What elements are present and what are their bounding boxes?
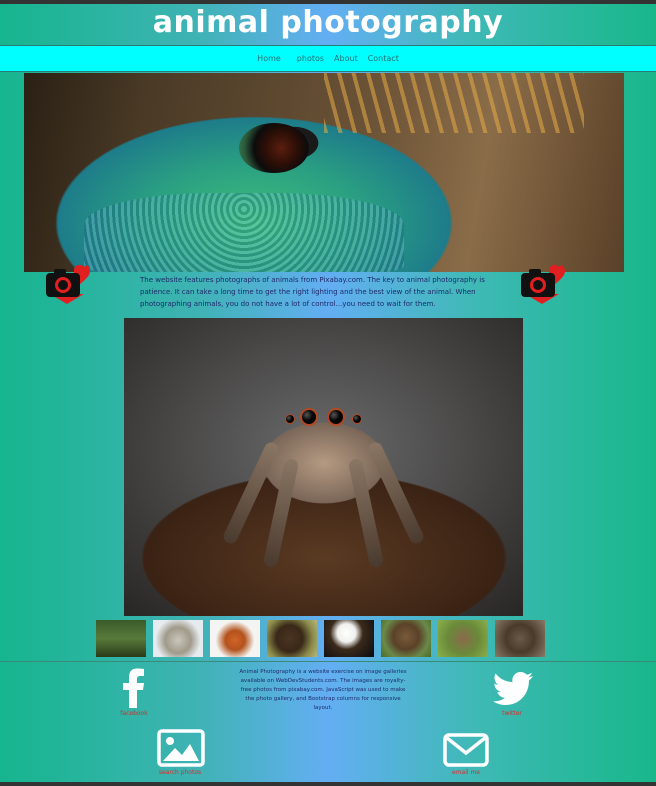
nav-photos[interactable]: photos bbox=[295, 54, 326, 63]
nav-home[interactable]: Home bbox=[255, 54, 283, 63]
hero-eye bbox=[239, 123, 309, 173]
thumbnail-strip bbox=[96, 620, 548, 657]
thumbnail-eagle[interactable] bbox=[324, 620, 374, 657]
spider-eye bbox=[352, 414, 362, 424]
spider-eye bbox=[285, 414, 295, 424]
thumbnail-deer[interactable] bbox=[96, 620, 146, 657]
spider-eye bbox=[300, 408, 318, 426]
nav-about[interactable]: About bbox=[332, 54, 360, 63]
intro-text: The website features photographs of anim… bbox=[140, 276, 485, 308]
twitter-icon[interactable] bbox=[493, 672, 533, 706]
site-title: animal photography bbox=[152, 5, 504, 40]
main-photo-spider bbox=[124, 318, 523, 616]
camera-heart-icon bbox=[519, 264, 565, 304]
spider-eye bbox=[327, 408, 345, 426]
main-nav: Home photos About Contact bbox=[0, 45, 656, 72]
twitter-label[interactable]: twitter bbox=[482, 710, 542, 717]
facebook-icon[interactable] bbox=[119, 668, 147, 708]
spider-leg bbox=[262, 457, 300, 569]
footer-divider bbox=[0, 661, 656, 662]
image-icon[interactable] bbox=[157, 729, 205, 767]
hero-spikes bbox=[324, 73, 584, 133]
camera-heart-icon bbox=[44, 264, 90, 304]
nav-contact[interactable]: Contact bbox=[366, 54, 401, 63]
bottom-border bbox=[0, 782, 656, 786]
search-photos-label[interactable]: search photos bbox=[150, 769, 210, 776]
footer-text: Animal Photography is a website exercise… bbox=[239, 669, 407, 711]
hero-scales bbox=[84, 193, 404, 272]
hero-image-iguana bbox=[24, 73, 624, 272]
thumbnail-bison[interactable] bbox=[267, 620, 317, 657]
facebook-label[interactable]: facebook bbox=[104, 710, 164, 717]
thumbnail-otter[interactable] bbox=[381, 620, 431, 657]
mail-icon[interactable] bbox=[443, 733, 489, 767]
thumbnail-spider[interactable] bbox=[495, 620, 545, 657]
thumbnail-hedgehog[interactable] bbox=[153, 620, 203, 657]
thumbnail-rabbit[interactable] bbox=[438, 620, 488, 657]
thumbnail-fox[interactable] bbox=[210, 620, 260, 657]
email-me-label[interactable]: email me bbox=[436, 769, 496, 776]
